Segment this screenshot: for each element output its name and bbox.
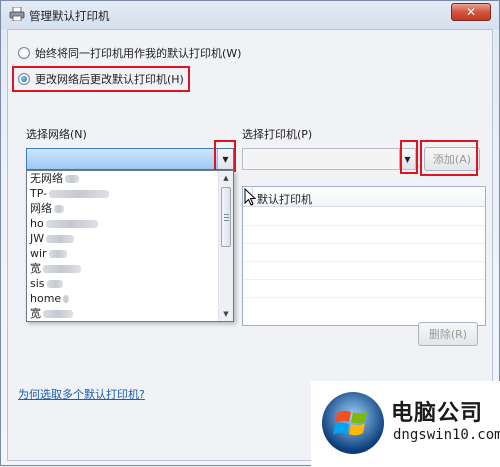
printer-icon xyxy=(9,7,25,21)
list-row-divider xyxy=(243,279,485,280)
network-dropdown-list[interactable]: 无网络 TP- 网络 ho JW wir 宽 sis home 宽 ▲ ▼ xyxy=(26,170,234,322)
watermark-logo: 电脑公司 dngswin10.com xyxy=(311,381,500,467)
list-header: 默认打印机 xyxy=(243,187,485,207)
list-item[interactable]: 宽 xyxy=(30,306,73,322)
watermark-title: 电脑公司 xyxy=(391,401,484,426)
scroll-grip xyxy=(224,217,229,218)
manage-default-printers-window: 管理默认打印机 ✕ 始终将同一打印机用作我的默认打印机(W) 更改网络后更改默认… xyxy=(0,0,500,467)
highlight-box-add xyxy=(420,140,478,176)
windows-logo-icon xyxy=(322,392,384,454)
list-item[interactable]: sis xyxy=(30,276,63,292)
network-combobox[interactable]: ▼ xyxy=(26,148,234,170)
radio-change-per-network[interactable]: 更改网络后更改默认打印机(H) xyxy=(18,70,184,88)
list-item[interactable]: ho xyxy=(30,216,98,232)
help-link[interactable]: 为何选取多个默认打印机? xyxy=(18,386,145,402)
list-item[interactable]: 无网络 xyxy=(30,171,79,187)
radio-change-per-network-label: 更改网络后更改默认打印机(H) xyxy=(35,73,184,86)
mouse-pointer-icon xyxy=(244,188,256,206)
list-item[interactable]: home xyxy=(30,291,70,307)
radio-change-per-network-circle[interactable] xyxy=(18,73,30,85)
list-item[interactable]: 宽 xyxy=(30,261,81,277)
window-title: 管理默认打印机 xyxy=(29,9,110,23)
list-row-divider xyxy=(243,243,485,244)
list-item[interactable]: TP- xyxy=(30,186,110,202)
watermark-site: dngswin10.com xyxy=(393,427,500,443)
title-bar[interactable]: 管理默认打印机 ✕ xyxy=(1,1,499,29)
close-button[interactable]: ✕ xyxy=(451,3,491,21)
radio-always-same-circle[interactable] xyxy=(18,47,30,59)
scroll-up-arrow-icon[interactable]: ▲ xyxy=(219,171,233,185)
list-row-divider xyxy=(243,297,485,298)
scroll-grip xyxy=(224,214,229,215)
printer-label: 选择打印机(P) xyxy=(242,128,313,141)
scroll-down-arrow-icon[interactable]: ▼ xyxy=(219,307,233,321)
highlight-box-printer-arrow xyxy=(400,140,418,174)
list-row-divider xyxy=(243,261,485,262)
highlight-box-network-arrow xyxy=(214,140,236,172)
scroll-thumb[interactable] xyxy=(221,187,231,247)
radio-always-same[interactable]: 始终将同一打印机用作我的默认打印机(W) xyxy=(18,44,241,62)
radio-always-same-label: 始终将同一打印机用作我的默认打印机(W) xyxy=(35,47,242,60)
list-item[interactable]: wir xyxy=(30,246,67,262)
column-header-default-printer[interactable]: 默认打印机 xyxy=(257,191,312,207)
list-row-divider xyxy=(243,225,485,226)
network-label: 选择网络(N) xyxy=(26,128,87,141)
printer-combobox[interactable]: ▼ xyxy=(242,148,416,170)
scroll-grip xyxy=(224,220,229,221)
delete-button[interactable]: 删除(R) xyxy=(418,322,478,346)
list-item[interactable]: JW xyxy=(30,231,75,247)
list-item[interactable]: 网络 xyxy=(30,201,64,217)
default-printer-list[interactable]: 默认打印机 xyxy=(242,186,486,326)
dropdown-scrollbar[interactable]: ▲ ▼ xyxy=(218,171,233,321)
